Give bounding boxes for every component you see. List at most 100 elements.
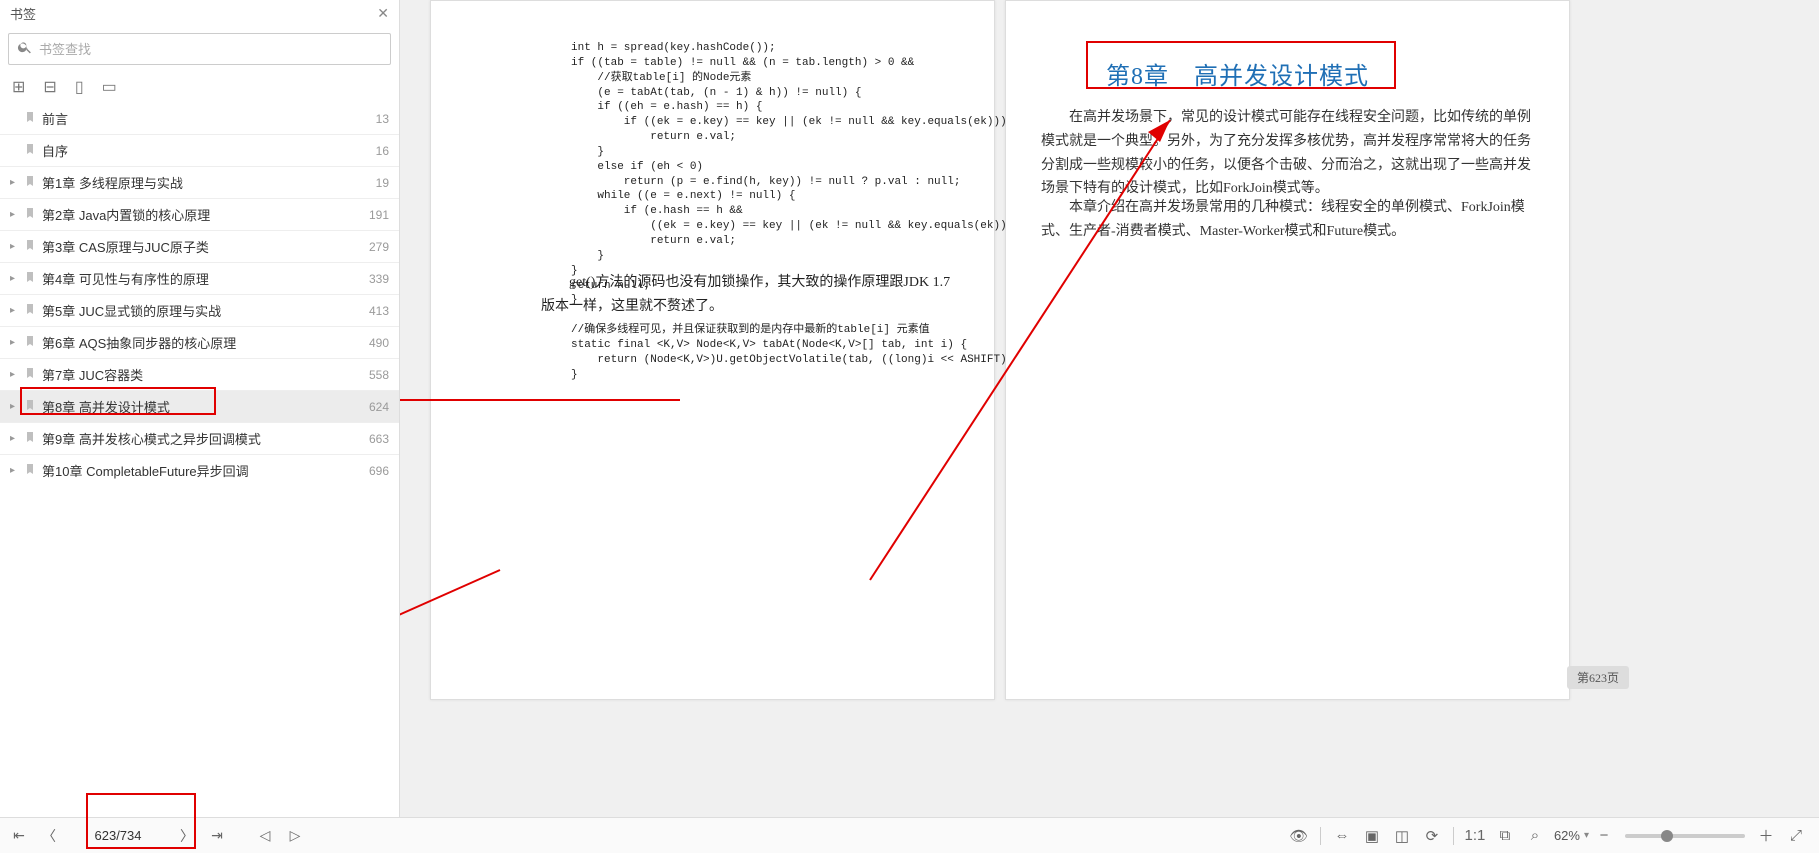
bookmark-icon (24, 110, 42, 127)
bookmark-title: 第4章 可见性与有序性的原理 (42, 269, 361, 288)
bookmark-icon (24, 430, 42, 447)
bookmark-title: 自序 (42, 141, 368, 160)
search-icon (17, 39, 39, 60)
bookmark-title: 第3章 CAS原理与JUC原子类 (42, 237, 361, 256)
bookmark-title: 第10章 CompletableFuture异步回调 (42, 461, 361, 480)
bookmark-item[interactable]: ▸ 第10章 CompletableFuture异步回调696 (0, 454, 399, 486)
first-page-button[interactable]: ⇤ (8, 827, 30, 844)
last-page-button[interactable]: ⇥ (206, 827, 228, 844)
collapse-all-icon[interactable]: ⊟ (43, 77, 56, 97)
bookmark-title: 第6章 AQS抽象同步器的核心原理 (42, 333, 361, 352)
bookmark-title: 第7章 JUC容器类 (42, 365, 361, 384)
code-block: int h = spread(key.hashCode()); if ((tab… (571, 41, 961, 382)
chevron-right-icon: ▸ (10, 241, 22, 252)
right-page-paragraph-1: 在高并发场景下，常见的设计模式可能存在线程安全问题，比如传统的单例模式就是一个典… (1041, 106, 1541, 201)
left-page-paragraph: get()方法的源码也没有加锁操作，其大致的操作原理跟JDK 1.7版本一样，这… (541, 271, 961, 319)
bookmark-icon (24, 142, 42, 159)
sidebar-title: 书签 (10, 4, 36, 23)
chevron-right-icon: ▸ (10, 305, 22, 316)
right-page-paragraph-2: 本章介绍在高并发场景常用的几种模式：线程安全的单例模式、ForkJoin模式、生… (1041, 196, 1541, 244)
bookmark-search-input[interactable] (39, 42, 382, 57)
zoom-level[interactable]: 62% (1554, 828, 1580, 843)
bookmark-item[interactable]: ▸ 第1章 多线程原理与实战19 (0, 166, 399, 198)
bookmark-page: 624 (361, 400, 389, 414)
bookmark-item[interactable]: ▸ 第3章 CAS原理与JUC原子类279 (0, 230, 399, 262)
forward-button[interactable]: ▷ (284, 827, 306, 844)
bookmark-item[interactable]: ▸ 第7章 JUC容器类558 (0, 358, 399, 390)
loupe-icon[interactable]: ⌕ (1522, 823, 1548, 849)
bookmark-list: 前言13自序16▸第1章 多线程原理与实战19▸第2章 Java内置锁的核心原理… (0, 103, 399, 817)
status-bar: ⇤ 〈 〉 ⇥ ◁ ▷ 👁 ⇔ ▣ ◫ ⟳ 1:1 ⧉ ⌕ 62% ▾ − ＋ … (0, 817, 1819, 853)
zoom-in-button[interactable]: ＋ (1753, 823, 1779, 849)
actual-size-icon[interactable]: 1:1 (1462, 823, 1488, 849)
bookmarks-sidebar: 书签 ✕ ⊞ ⊟ ▯ ▭ 前言13自序16▸第1章 多线程原理与实战19▸第2章… (0, 0, 400, 817)
bookmark-item[interactable]: ▸ 第2章 Java内置锁的核心原理191 (0, 198, 399, 230)
bookmark-icon (24, 462, 42, 479)
bookmark-page: 13 (368, 112, 389, 126)
bookmark-item[interactable]: ▸ 第4章 可见性与有序性的原理339 (0, 262, 399, 294)
chevron-right-icon: ▸ (10, 337, 22, 348)
fullscreen-icon[interactable]: ⤢ (1783, 823, 1809, 849)
back-button[interactable]: ◁ (254, 827, 276, 844)
bookmark-title: 第9章 高并发核心模式之异步回调模式 (42, 429, 361, 448)
chevron-right-icon: ▸ (10, 369, 22, 380)
bookmark-icon (24, 174, 42, 191)
bookmark-outline-icon[interactable]: ▭ (102, 77, 117, 97)
bookmark-icon[interactable]: ▯ (75, 77, 84, 97)
bookmark-page: 490 (361, 336, 389, 350)
divider (1453, 827, 1454, 845)
chevron-right-icon: ▸ (10, 401, 22, 412)
divider (1320, 827, 1321, 845)
bookmark-page: 696 (361, 464, 389, 478)
chapter-title: 第8章 高并发设计模式 (1106, 56, 1369, 91)
bookmark-icon (24, 206, 42, 223)
bookmark-icon (24, 334, 42, 351)
page-number-badge: 第623页 (1567, 666, 1629, 689)
bookmark-item[interactable]: 自序16 (0, 134, 399, 166)
bookmark-item[interactable]: ▸ 第9章 高并发核心模式之异步回调模式663 (0, 422, 399, 454)
expand-all-icon[interactable]: ⊞ (12, 77, 25, 97)
bookmark-title: 第1章 多线程原理与实战 (42, 173, 368, 192)
zoom-out-button[interactable]: − (1591, 823, 1617, 849)
bookmark-page: 663 (361, 432, 389, 446)
page-right: 第8章 高并发设计模式 在高并发场景下，常见的设计模式可能存在线程安全问题，比如… (1005, 0, 1570, 700)
bookmark-icon (24, 398, 42, 415)
bookmark-title: 第8章 高并发设计模式 (42, 397, 361, 416)
bookmark-item[interactable]: ▸ 第8章 高并发设计模式624 (0, 390, 399, 422)
bookmark-page: 19 (368, 176, 389, 190)
chevron-right-icon: ▸ (10, 209, 22, 220)
bookmark-page: 339 (361, 272, 389, 286)
bookmark-item[interactable]: ▸ 第5章 JUC显式锁的原理与实战413 (0, 294, 399, 326)
bookmark-page: 558 (361, 368, 389, 382)
bookmark-item[interactable]: 前言13 (0, 103, 399, 134)
fit-width-icon[interactable]: ⇔ (1329, 823, 1355, 849)
bookmark-title: 第2章 Java内置锁的核心原理 (42, 205, 361, 224)
bookmark-icon (24, 270, 42, 287)
bookmark-page: 16 (368, 144, 389, 158)
chevron-down-icon[interactable]: ▾ (1584, 830, 1589, 841)
chevron-right-icon: ▸ (10, 433, 22, 444)
bookmark-title: 第5章 JUC显式锁的原理与实战 (42, 301, 361, 320)
bookmark-icon (24, 366, 42, 383)
annotation-box-pageinput (86, 793, 196, 849)
page-left: int h = spread(key.hashCode()); if ((tab… (430, 0, 995, 700)
read-mode-icon[interactable]: 👁 (1286, 823, 1312, 849)
bookmark-item[interactable]: ▸ 第6章 AQS抽象同步器的核心原理490 (0, 326, 399, 358)
fit-page-icon[interactable]: ▣ (1359, 823, 1385, 849)
crop-icon[interactable]: ⧉ (1492, 823, 1518, 849)
bookmark-icon (24, 238, 42, 255)
two-page-icon[interactable]: ◫ (1389, 823, 1415, 849)
chevron-right-icon: ▸ (10, 465, 22, 476)
zoom-slider[interactable] (1625, 834, 1745, 838)
chevron-right-icon: ▸ (10, 273, 22, 284)
close-icon[interactable]: ✕ (377, 5, 389, 22)
rotate-icon[interactable]: ⟳ (1419, 823, 1445, 849)
bookmark-title: 前言 (42, 109, 368, 128)
bookmark-search[interactable] (8, 33, 391, 65)
bookmark-page: 413 (361, 304, 389, 318)
bookmark-page: 279 (361, 240, 389, 254)
bookmark-page: 191 (361, 208, 389, 222)
document-viewport[interactable]: int h = spread(key.hashCode()); if ((tab… (400, 0, 1819, 817)
chevron-right-icon: ▸ (10, 177, 22, 188)
prev-page-button[interactable]: 〈 (38, 826, 60, 846)
